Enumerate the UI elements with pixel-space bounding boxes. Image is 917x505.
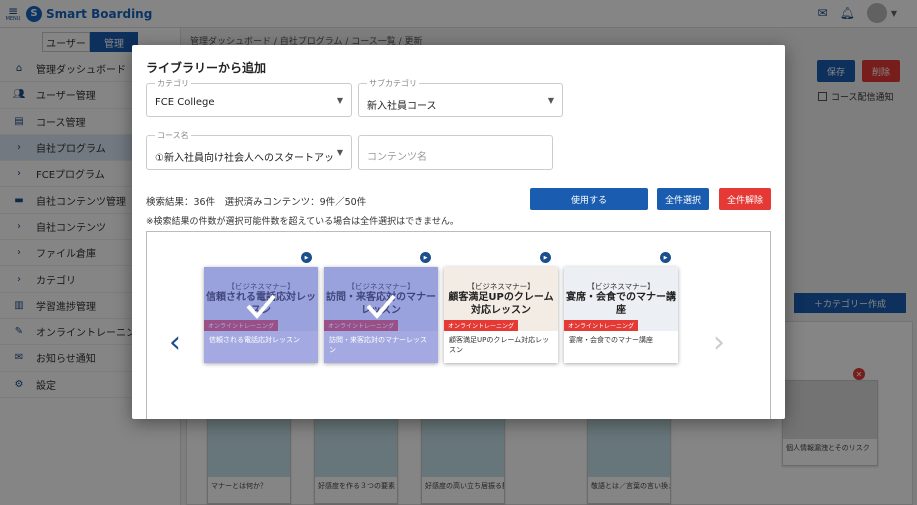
chevron-down-icon: ▼ xyxy=(547,96,554,105)
course-select[interactable]: コース名 ①新入社員向け社会人へのスタートアッ… ▼ xyxy=(146,130,352,170)
search-result-count: 検索結果：36件 選択済みコンテンツ：9件／50件 xyxy=(146,197,367,208)
thumbnail: 【ビジネスマナー】 顧客満足UPのクレーム対応レッスン オンライントレーニング xyxy=(444,267,558,331)
subcategory-select[interactable]: サブカテゴリ 新入社員コース ▼ xyxy=(358,78,563,117)
content-card[interactable]: 【ビジネスマナー】 信頼される電話応対レッスン オンライントレーニング 信頼され… xyxy=(204,267,318,363)
play-icon[interactable]: ▶ xyxy=(420,252,431,263)
use-button[interactable]: 使用する xyxy=(530,188,648,210)
chevron-down-icon: ▼ xyxy=(336,148,343,157)
content-card[interactable]: 【ビジネスマナー】 訪問・来客応対のマナーレッスン オンライントレーニング 訪問… xyxy=(324,267,438,363)
online-training-badge: オンライントレーニング xyxy=(444,320,519,331)
online-training-badge: オンライントレーニング xyxy=(564,320,639,331)
select-all-button[interactable]: 全件選択 xyxy=(657,188,709,210)
subcategory-label: サブカテゴリ xyxy=(367,78,419,89)
category-label: カテゴリ xyxy=(155,78,191,89)
check-icon xyxy=(246,294,276,320)
play-icon[interactable]: ▶ xyxy=(540,252,551,263)
chevron-right-icon[interactable]: › xyxy=(713,328,725,358)
course-label: コース名 xyxy=(155,130,191,141)
content-card[interactable]: 【ビジネスマナー】 宴席・会食でのマナー講座 オンライントレーニング 宴席・会食… xyxy=(564,267,678,363)
subcategory-value: 新入社員コース xyxy=(367,101,437,112)
content-carousel: ‹ › ▶ ▶ ▶ ▶ 【ビジネスマナー】 信頼される電話応対レッスン オンライ… xyxy=(146,231,771,419)
chevron-down-icon: ▼ xyxy=(336,96,343,105)
play-icon[interactable]: ▶ xyxy=(660,252,671,263)
content-card[interactable]: 【ビジネスマナー】 顧客満足UPのクレーム対応レッスン オンライントレーニング … xyxy=(444,267,558,363)
content-name-placeholder: コンテンツ名 xyxy=(367,152,427,163)
dialog-title: ライブラリーから追加 xyxy=(146,61,267,75)
thumbnail: 【ビジネスマナー】 宴席・会食でのマナー講座 オンライントレーニング xyxy=(564,267,678,331)
content-name-input[interactable]: コンテンツ名 xyxy=(358,135,553,170)
category-value: FCE College xyxy=(155,97,215,108)
play-icon[interactable]: ▶ xyxy=(301,252,312,263)
clear-all-button[interactable]: 全件解除 xyxy=(719,188,771,210)
course-value: ①新入社員向け社会人へのスタートアッ… xyxy=(155,153,333,164)
chevron-left-icon[interactable]: ‹ xyxy=(169,328,181,358)
selection-notice: ※検索結果の件数が選択可能件数を超えている場合は全件選択はできません。 xyxy=(146,217,459,227)
check-icon xyxy=(366,294,396,320)
category-select[interactable]: カテゴリ FCE College ▼ xyxy=(146,78,352,117)
library-add-dialog: ライブラリーから追加 カテゴリ FCE College ▼ サブカテゴリ 新入社… xyxy=(132,45,785,419)
